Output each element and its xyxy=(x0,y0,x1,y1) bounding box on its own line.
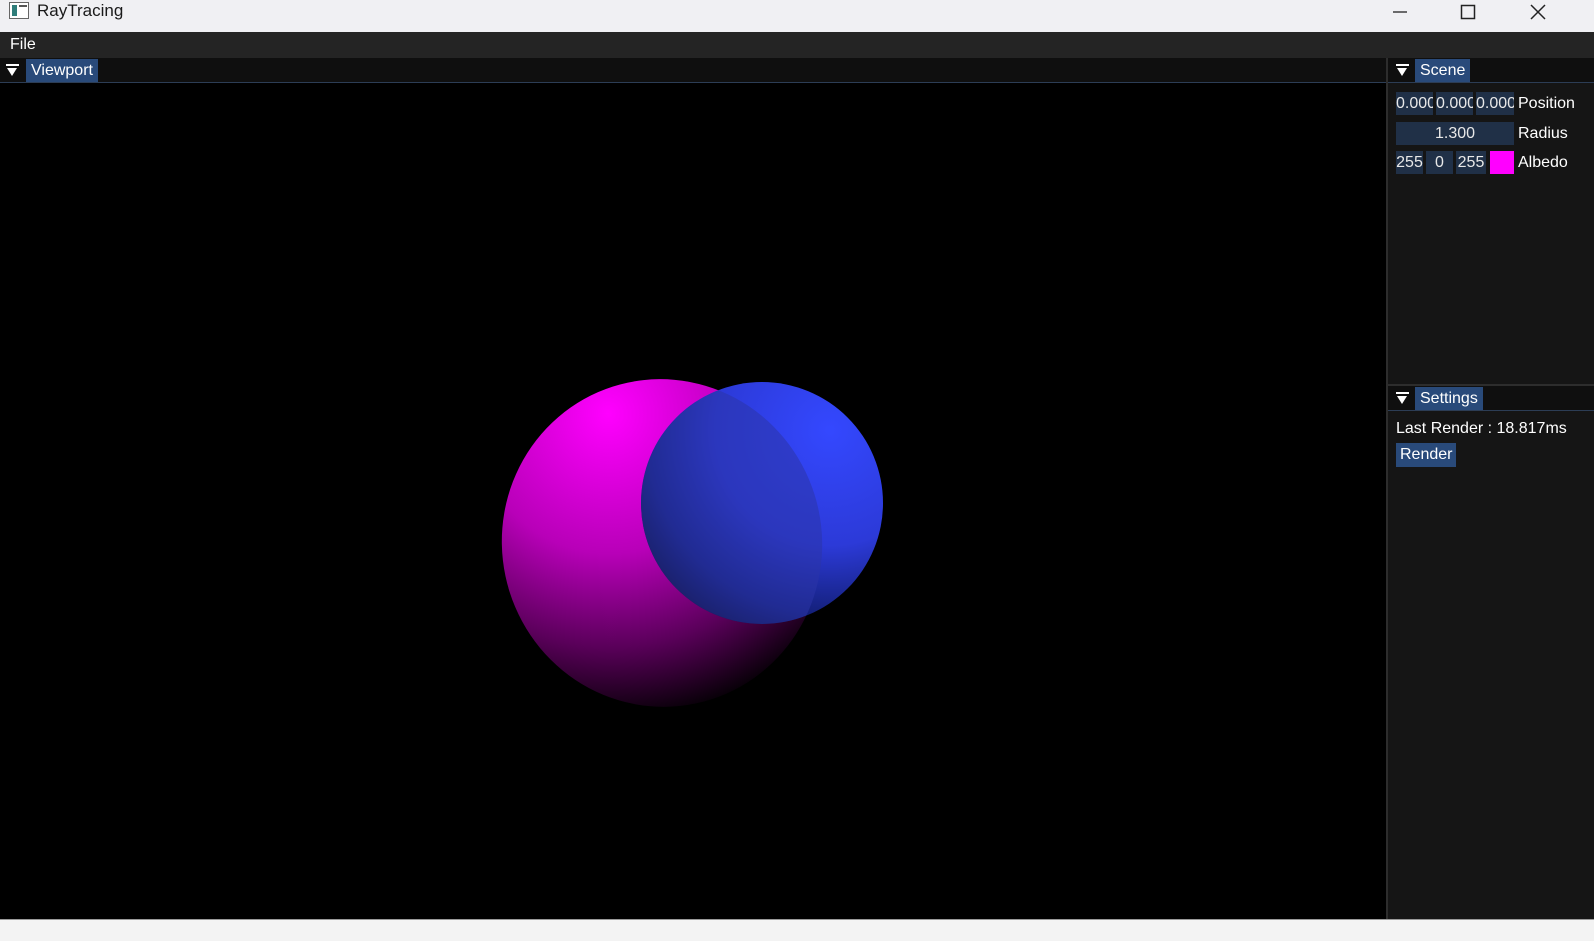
settings-header: Settings xyxy=(1388,386,1594,411)
app-icon xyxy=(9,2,29,19)
viewport-header: Viewport xyxy=(0,58,1386,83)
maximize-icon xyxy=(1460,4,1476,20)
scene-header: Scene xyxy=(1388,58,1594,83)
albedo-g-field[interactable]: 0 xyxy=(1426,151,1453,174)
position-y-field[interactable]: 0.000 xyxy=(1436,92,1473,115)
albedo-b-field[interactable]: 255 xyxy=(1456,151,1486,174)
window-bottom-edge xyxy=(0,919,1594,941)
close-icon xyxy=(1530,4,1546,20)
last-render-text: Last Render : 18.817ms xyxy=(1396,420,1567,437)
tab-scene[interactable]: Scene xyxy=(1415,59,1471,82)
settings-panel: Settings Last Render : 18.817ms Render xyxy=(1388,386,1594,919)
minimize-button[interactable] xyxy=(1366,0,1434,24)
radius-label: Radius xyxy=(1518,125,1568,142)
position-x-field[interactable]: 0.000 xyxy=(1396,92,1433,115)
albedo-r-field[interactable]: 255 xyxy=(1396,151,1423,174)
maximize-button[interactable] xyxy=(1434,0,1502,24)
collapse-triangle-icon[interactable] xyxy=(1396,392,1409,406)
menu-bar: File xyxy=(0,32,1594,58)
render-image xyxy=(501,379,883,707)
albedo-label: Albedo xyxy=(1518,154,1568,171)
position-z-field[interactable]: 0.000 xyxy=(1476,92,1514,115)
window-title: RayTracing xyxy=(37,1,124,20)
albedo-color-swatch[interactable] xyxy=(1490,151,1514,174)
collapse-triangle-icon[interactable] xyxy=(6,64,19,78)
scene-panel: Scene 0.000 0.000 0.000 Position 1.300 R… xyxy=(1388,58,1594,384)
render-viewport[interactable] xyxy=(0,83,1386,919)
radius-field[interactable]: 1.300 xyxy=(1396,122,1514,145)
viewport-panel: Viewport xyxy=(0,58,1386,919)
close-button[interactable] xyxy=(1504,0,1572,24)
minimize-icon xyxy=(1393,11,1407,13)
tab-settings[interactable]: Settings xyxy=(1415,387,1483,410)
render-button[interactable]: Render xyxy=(1396,443,1457,467)
position-label: Position xyxy=(1518,95,1575,112)
collapse-triangle-icon[interactable] xyxy=(1396,64,1409,78)
title-bar: RayTracing xyxy=(0,0,1594,32)
menu-file[interactable]: File xyxy=(10,36,36,54)
tab-viewport[interactable]: Viewport xyxy=(26,59,98,82)
bottom-border xyxy=(0,919,1594,920)
